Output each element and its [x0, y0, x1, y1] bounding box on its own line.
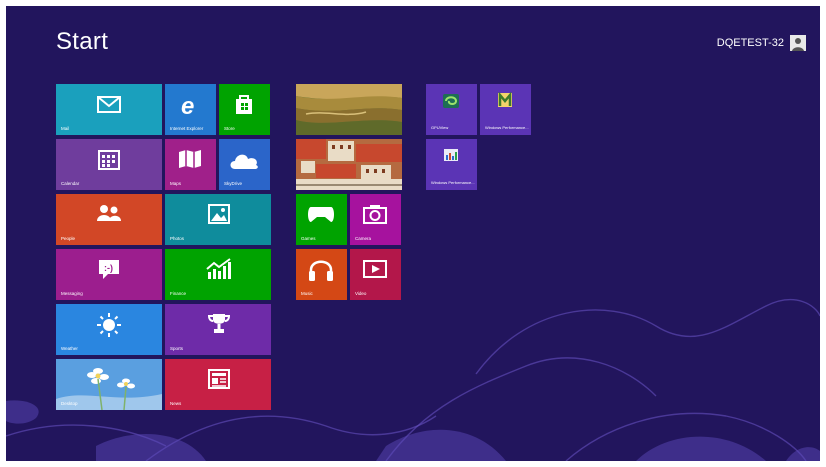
tile-label: Messaging — [61, 291, 83, 296]
sun-icon — [97, 313, 121, 337]
tile-label: Windows Performance... — [485, 125, 529, 131]
video-play-icon — [363, 260, 387, 278]
cloud-icon — [230, 154, 258, 169]
tile-label: Weather — [61, 346, 78, 351]
tile-people[interactable]: People — [56, 194, 162, 245]
tile-label: Finance — [170, 291, 187, 296]
tile-windows-performance-recorder[interactable]: Windows Performance... — [480, 84, 531, 135]
tile-label: Video — [355, 291, 367, 296]
tile-label: SkyDrive — [224, 181, 243, 186]
tile-games[interactable]: Games — [296, 194, 347, 245]
mail-icon — [97, 96, 121, 113]
messaging-icon: :-) — [99, 260, 119, 279]
tile-mail[interactable]: Mail — [56, 84, 162, 135]
tile-messaging[interactable]: :-) Messaging — [56, 249, 162, 300]
tile-calendar[interactable]: Calendar — [56, 139, 162, 190]
tile-skydrive[interactable]: SkyDrive — [219, 139, 270, 190]
camera-icon — [363, 205, 387, 224]
tile-sports[interactable]: Sports — [165, 304, 271, 355]
tile-label: Store — [224, 126, 235, 131]
tile-label: Desktop — [61, 401, 78, 406]
headphones-icon — [309, 260, 333, 281]
user-account[interactable]: DQETEST-32 — [717, 34, 806, 52]
calendar-icon — [98, 150, 120, 170]
tile-gpuview[interactable]: GPUView — [426, 84, 477, 135]
gpuview-icon — [443, 94, 459, 108]
tile-label: Maps — [170, 181, 182, 186]
game-controller-icon — [308, 207, 334, 222]
tile-label: Camera — [355, 236, 372, 241]
map-icon — [179, 150, 201, 168]
tile-desktop[interactable]: Desktop — [56, 359, 162, 410]
tile-label: News — [170, 401, 182, 406]
tile-video[interactable]: Video — [350, 249, 401, 300]
trophy-icon — [207, 314, 231, 333]
tile-label: Games — [301, 236, 316, 241]
windows-performance-analyzer-icon — [444, 149, 458, 161]
svg-text::-): :-) — [104, 263, 113, 273]
tile-music[interactable]: Music — [296, 249, 347, 300]
user-avatar-icon — [790, 35, 806, 51]
tile-label: Music — [301, 291, 313, 296]
tile-weather[interactable]: Weather — [56, 304, 162, 355]
tile-bing[interactable] — [296, 84, 402, 135]
tile-store[interactable]: Store — [219, 84, 270, 135]
tile-maps[interactable]: Maps — [165, 139, 216, 190]
people-icon — [97, 205, 121, 221]
tile-camera[interactable]: Camera — [350, 194, 401, 245]
windows-performance-icon — [498, 92, 512, 107]
tile-news[interactable]: News — [165, 359, 271, 410]
tile-finance[interactable]: Finance — [165, 249, 271, 300]
landscape-photo — [296, 84, 402, 135]
tile-travel[interactable] — [296, 139, 402, 190]
internet-explorer-icon: e — [181, 93, 194, 117]
tile-label: Photos — [170, 236, 185, 241]
tile-label: Windows Performance... — [431, 180, 475, 186]
tile-internet-explorer[interactable]: e Internet Explorer — [165, 84, 216, 135]
city-photo — [296, 139, 402, 190]
store-bag-icon — [236, 95, 252, 114]
tile-windows-performance-analyzer[interactable]: Windows Performance... — [426, 139, 477, 190]
newspaper-icon — [208, 369, 230, 389]
tile-label: Mail — [61, 126, 70, 131]
page-title: Start — [56, 28, 109, 55]
tile-label: People — [61, 236, 76, 241]
photo-icon — [208, 204, 230, 224]
finance-chart-icon — [206, 258, 231, 279]
svg-text:e: e — [181, 93, 194, 117]
start-screen: Start DQETEST-32 Mail e Internet Explore… — [6, 6, 820, 461]
tile-photos[interactable]: Photos — [165, 194, 271, 245]
tile-label: GPUView — [431, 125, 449, 131]
tile-label: Sports — [170, 346, 184, 351]
user-name: DQETEST-32 — [716, 37, 784, 49]
tile-label: Internet Explorer — [170, 126, 204, 131]
tile-label: Calendar — [61, 181, 80, 186]
